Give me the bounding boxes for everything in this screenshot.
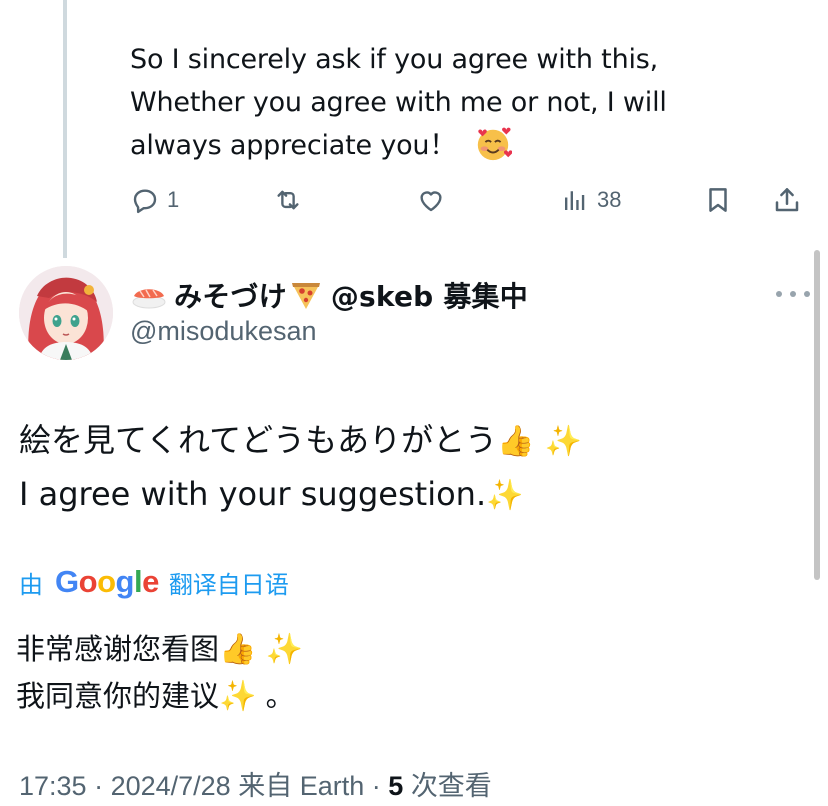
translated-by-label: 由 xyxy=(19,570,43,599)
translated-text: 非常感谢您看图👍 ✨ 我同意你的建议✨ 。 xyxy=(16,626,303,720)
view-count[interactable]: 5 xyxy=(388,771,403,801)
parent-tweet-line-2: Whether you agree with me or not, I will xyxy=(130,87,667,118)
tweet-action-bar: 1 38 xyxy=(130,180,810,220)
like-button[interactable] xyxy=(416,180,453,220)
bookmark-icon xyxy=(709,188,727,212)
parent-tweet-line-1: So I sincerely ask if you agree with thi… xyxy=(130,44,659,75)
translated-line-1-text: 非常感谢您看图 xyxy=(16,632,220,666)
parent-tweet-line-3: always appreciate you！ xyxy=(130,124,770,167)
reply-line-2: I agree with your suggestion.✨ xyxy=(19,468,582,522)
reply-line-1-text: 絵を見てくれてどうもありがとう xyxy=(19,421,498,459)
parent-tweet-line-3-text: always appreciate you！ xyxy=(130,130,457,161)
reply-line-1: 絵を見てくれてどうもありがとう👍 ✨ xyxy=(19,414,582,468)
tweet-date[interactable]: 2024/7/28 xyxy=(111,771,231,801)
translated-line-2: 我同意你的建议✨ 。 xyxy=(16,673,303,720)
tweet-time[interactable]: 17:35 xyxy=(19,771,87,801)
sparkles-icon: ✨ xyxy=(219,679,257,714)
anime-character-avatar-icon xyxy=(19,266,113,360)
reply-icon xyxy=(133,189,157,214)
more-dot-icon xyxy=(790,291,796,297)
views-count: 38 xyxy=(597,187,622,212)
reply-author-name[interactable]: みそづけ @skeb 募集中 xyxy=(130,276,528,314)
more-dot-icon xyxy=(804,291,810,297)
heart-icon xyxy=(420,191,442,212)
scrollbar[interactable] xyxy=(814,250,820,580)
sparkles-icon: ✨ xyxy=(544,424,582,459)
more-options-button[interactable] xyxy=(776,282,810,306)
tweet-source: 来自 Earth xyxy=(238,771,365,801)
views-button[interactable]: 38 xyxy=(560,180,621,220)
retweet-icon xyxy=(277,190,299,210)
translation-attribution[interactable]: 由 Google 翻译自日语 xyxy=(19,562,289,602)
pizza-icon xyxy=(291,283,320,309)
share-button[interactable] xyxy=(772,180,802,220)
bar-chart-icon xyxy=(565,191,585,210)
more-dot-icon xyxy=(776,291,782,297)
view-label: 次查看 xyxy=(410,771,492,801)
sparkles-icon: ✨ xyxy=(265,632,303,667)
translated-line-1: 非常感谢您看图👍 ✨ xyxy=(16,626,303,673)
display-name-suffix: @skeb 募集中 xyxy=(330,280,528,313)
sparkles-icon: ✨ xyxy=(486,478,524,513)
translated-from-label: 翻译自日语 xyxy=(168,570,289,599)
translated-period: 。 xyxy=(265,679,295,713)
avatar[interactable] xyxy=(19,266,113,360)
retweet-button[interactable] xyxy=(273,180,310,220)
thumbs-up-icon: 👍 xyxy=(219,632,257,667)
thread-connector-line xyxy=(63,0,67,258)
author-handle[interactable]: @misodukesan xyxy=(130,316,317,347)
share-icon xyxy=(775,188,799,212)
tweet-metadata: 17:35 · 2024/7/28 来自 Earth · 5 次查看 xyxy=(19,771,492,801)
display-name: みそづけ xyxy=(174,280,287,313)
parent-tweet-text: So I sincerely ask if you agree with thi… xyxy=(130,38,770,167)
translated-line-2-text: 我同意你的建议 xyxy=(16,679,220,713)
bookmark-button[interactable] xyxy=(703,180,733,220)
reply-tweet-text: 絵を見てくれてどうもありがとう👍 ✨ I agree with your sug… xyxy=(19,414,582,522)
reply-line-2-text: I agree with your suggestion. xyxy=(19,475,487,513)
sushi-icon xyxy=(132,289,166,309)
reply-count: 1 xyxy=(167,187,180,212)
thumbs-up-icon: 👍 xyxy=(497,424,535,459)
smiling-face-with-hearts-icon xyxy=(477,127,513,161)
reply-button[interactable]: 1 xyxy=(130,180,179,220)
google-logo: Google xyxy=(55,564,159,599)
